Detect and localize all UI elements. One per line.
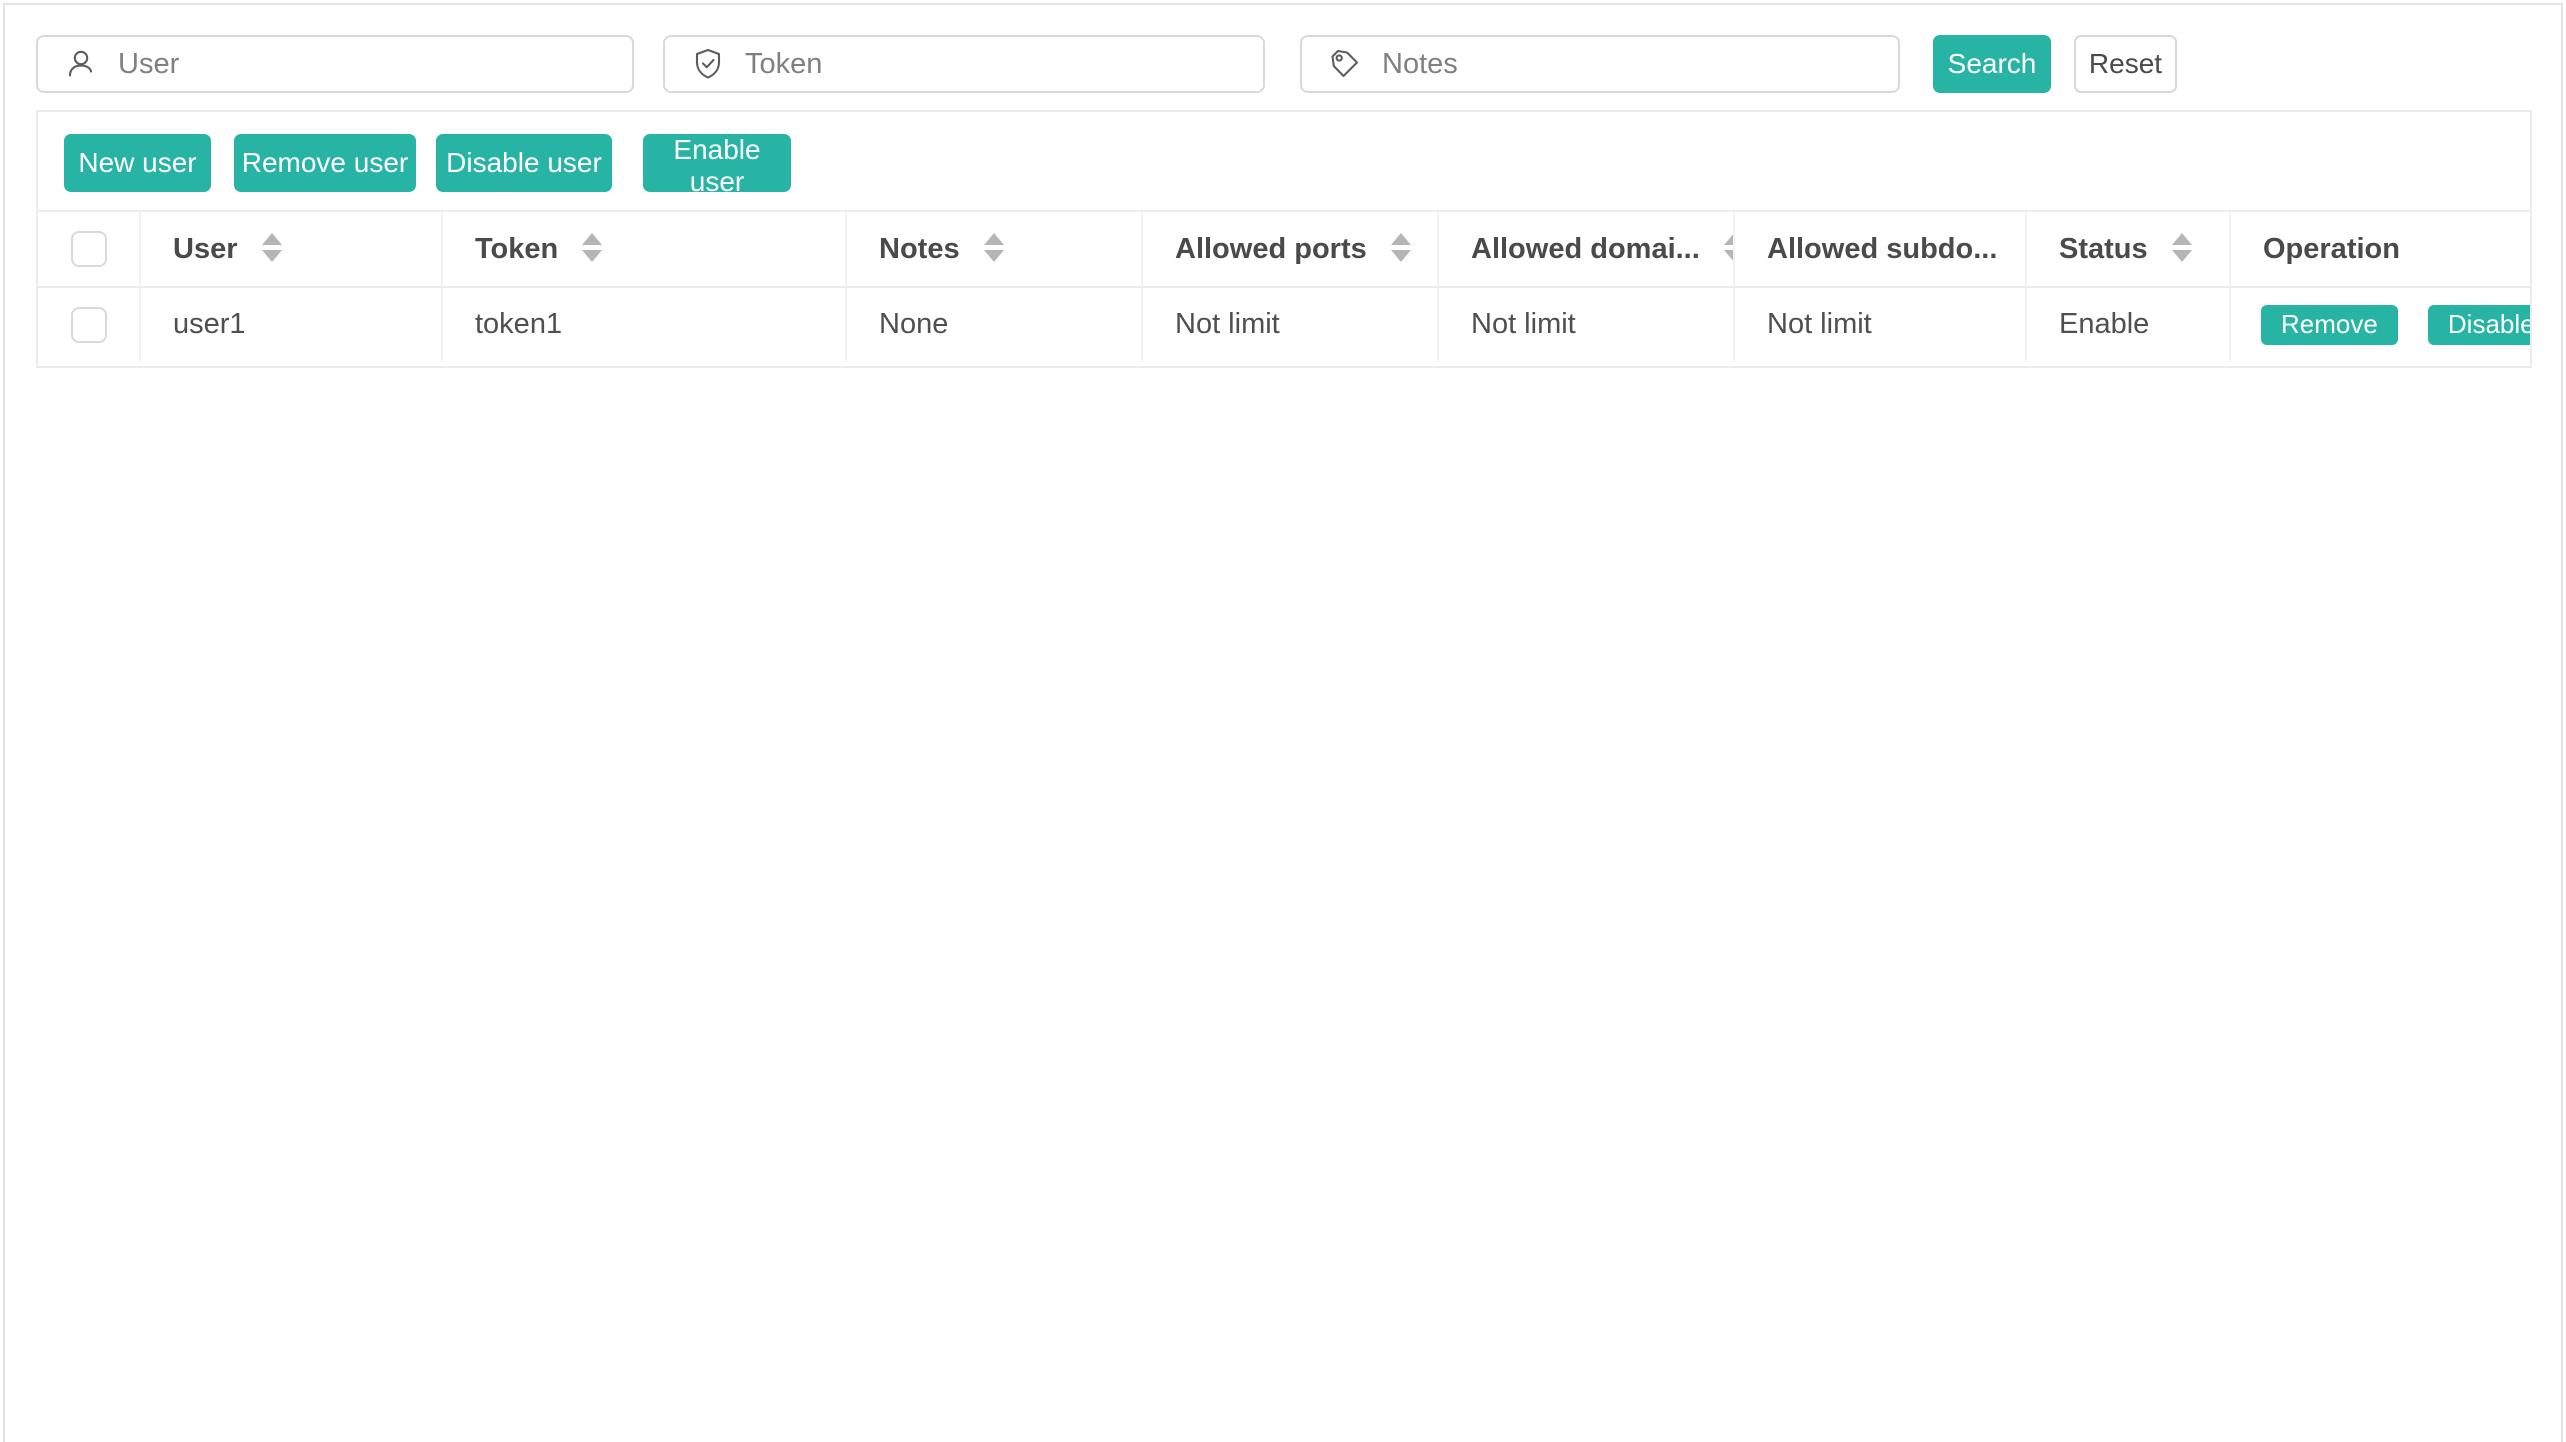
column-label: Allowed domai... [1471,233,1700,265]
toolbar: New user Remove user Disable user Enable… [38,112,2530,210]
sort-carets-icon [1391,233,1411,262]
row-select-cell [38,287,140,361]
cell-operation: Remove Disable [2230,287,2530,361]
sort-carets-icon [984,233,1004,262]
user-search-input[interactable] [118,48,606,81]
table-header-row: User Token Notes Allowed ports [38,211,2530,287]
column-header-allowed-ports[interactable]: Allowed ports [1142,211,1438,287]
select-all-checkbox[interactable] [71,231,107,267]
user-icon [64,47,98,81]
sort-carets-icon [2172,233,2192,262]
search-button[interactable]: Search [1933,35,2051,93]
column-header-status[interactable]: Status [2026,211,2230,287]
table-row: user1 token1 None Not limit Not limit No… [38,287,2530,361]
header-select-all-cell [38,211,140,287]
column-label: Operation [2263,233,2400,265]
notes-search-field[interactable] [1300,35,1900,93]
column-label: Token [475,233,558,265]
row-checkbox[interactable] [71,307,107,343]
cell-status: Enable [2026,287,2230,361]
reset-button[interactable]: Reset [2074,35,2177,93]
cell-notes: None [846,287,1142,361]
column-header-notes[interactable]: Notes [846,211,1142,287]
column-header-allowed-subdomains[interactable]: Allowed subdo... [1734,211,2026,287]
shield-check-icon [691,47,725,81]
token-search-input[interactable] [745,48,1237,81]
cell-allowed-subdomains: Not limit [1734,287,2026,361]
new-user-button[interactable]: New user [64,134,211,192]
disable-user-button[interactable]: Disable user [436,134,612,192]
column-label: Allowed subdo... [1767,233,1997,265]
sort-carets-icon [1724,233,1734,262]
column-header-user[interactable]: User [140,211,442,287]
row-disable-button[interactable]: Disable [2428,305,2530,345]
enable-user-button[interactable]: Enable user [643,134,791,192]
users-panel: New user Remove user Disable user Enable… [36,110,2532,368]
sort-carets-icon [582,233,602,262]
column-label: Status [2059,233,2148,265]
cell-allowed-ports: Not limit [1142,287,1438,361]
user-search-field[interactable] [36,35,634,93]
tag-icon [1328,47,1362,81]
remove-user-button[interactable]: Remove user [234,134,416,192]
users-table: User Token Notes Allowed ports [38,210,2530,361]
column-label: User [173,233,238,265]
row-remove-button[interactable]: Remove [2261,305,2398,345]
cell-user: user1 [140,287,442,361]
token-search-field[interactable] [663,35,1265,93]
cell-allowed-domains: Not limit [1438,287,1734,361]
column-label: Allowed ports [1175,233,1367,265]
column-header-operation: Operation [2230,211,2530,287]
column-header-token[interactable]: Token [442,211,846,287]
page-container: Search Reset New user Remove user Disabl… [3,3,2563,1442]
sort-carets-icon [262,233,282,262]
notes-search-input[interactable] [1382,48,1872,81]
column-label: Notes [879,233,960,265]
cell-token: token1 [442,287,846,361]
column-header-allowed-domains[interactable]: Allowed domai... [1438,211,1734,287]
